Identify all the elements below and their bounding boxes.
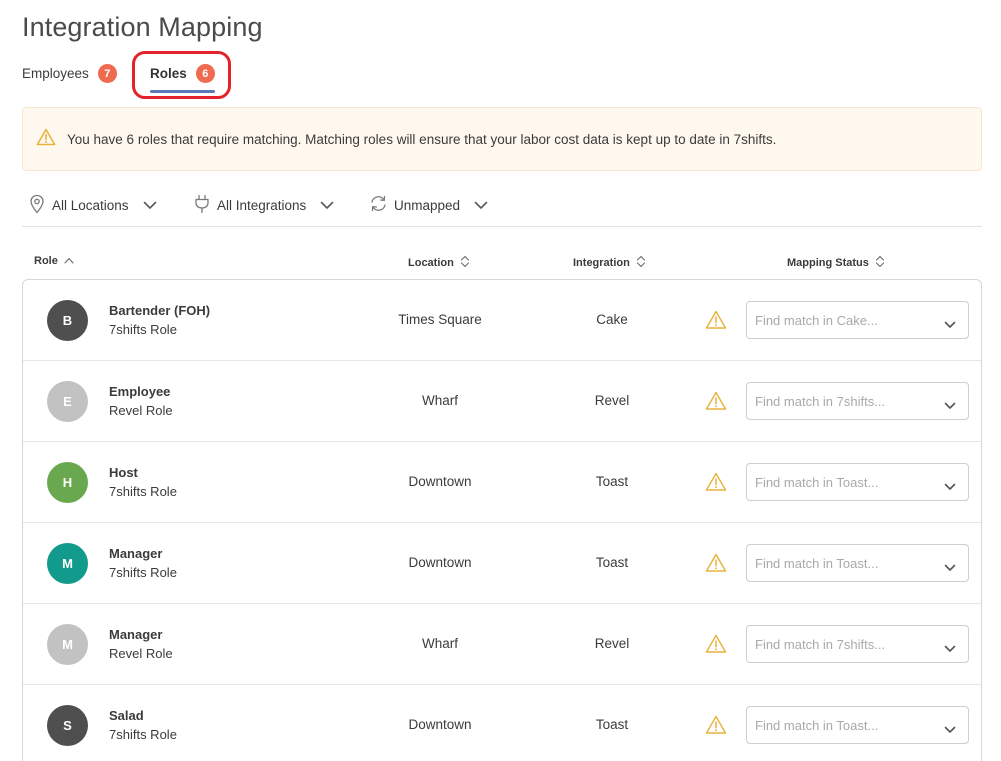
integration-filter-label: All Integrations xyxy=(217,198,307,213)
column-header-mapping-status[interactable]: Mapping Status xyxy=(787,255,885,271)
chevron-down-icon xyxy=(474,198,488,213)
alert-message: You have 6 roles that require matching. … xyxy=(67,131,777,147)
tab-roles-count-badge: 6 xyxy=(195,64,215,83)
role-name: Bartender (FOH) xyxy=(109,303,211,318)
location-cell: Times Square xyxy=(398,312,482,327)
integration-filter-dropdown[interactable]: All Integrations xyxy=(193,194,334,217)
find-match-placeholder: Find match in Toast... xyxy=(755,718,879,733)
warning-icon xyxy=(705,553,727,578)
find-match-select[interactable]: Find match in 7shifts... xyxy=(746,382,969,420)
plug-icon xyxy=(193,194,211,217)
warning-icon xyxy=(705,715,727,740)
column-header-role[interactable]: Role xyxy=(34,255,74,267)
tab-employees[interactable]: Employees 7 xyxy=(22,64,117,83)
avatar: S xyxy=(47,705,88,746)
find-match-placeholder: Find match in 7shifts... xyxy=(755,637,886,652)
table-row: H Host 7shifts Role Downtown Toast Find … xyxy=(23,442,981,523)
tab-roles[interactable]: Roles 6 xyxy=(150,64,215,93)
warning-icon xyxy=(705,472,727,497)
column-header-mapping-status-label: Mapping Status xyxy=(787,257,869,269)
location-filter-dropdown[interactable]: All Locations xyxy=(28,194,157,217)
table-row: M Manager 7shifts Role Downtown Toast Fi… xyxy=(23,523,981,604)
sort-icon xyxy=(875,255,885,271)
role-type: Revel Role xyxy=(109,646,173,661)
role-type: 7shifts Role xyxy=(109,484,177,499)
warning-icon xyxy=(36,128,56,151)
role-name: Manager xyxy=(109,546,163,561)
find-match-placeholder: Find match in 7shifts... xyxy=(755,394,886,409)
warning-icon xyxy=(705,634,727,659)
roles-warning-alert: You have 6 roles that require matching. … xyxy=(22,107,982,171)
role-name: Host xyxy=(109,465,138,480)
avatar: H xyxy=(47,462,88,503)
find-match-placeholder: Find match in Cake... xyxy=(755,313,878,328)
table-row: B Bartender (FOH) 7shifts Role Times Squ… xyxy=(23,280,981,361)
chevron-down-icon xyxy=(320,198,334,213)
location-cell: Downtown xyxy=(408,717,472,732)
chevron-down-icon xyxy=(143,198,157,213)
table-row: M Manager Revel Role Wharf Revel Find ma… xyxy=(23,604,981,685)
chevron-down-icon xyxy=(944,559,956,577)
role-name: Employee xyxy=(109,384,171,399)
avatar: M xyxy=(47,624,88,665)
integration-cell: Toast xyxy=(595,555,629,570)
column-header-integration-label: Integration xyxy=(573,257,630,269)
find-match-select[interactable]: Find match in Toast... xyxy=(746,706,969,744)
tab-employees-count-badge: 7 xyxy=(97,64,117,83)
sort-icon xyxy=(460,255,470,271)
integration-cell: Revel xyxy=(594,636,630,651)
avatar: E xyxy=(47,381,88,422)
roles-table: B Bartender (FOH) 7shifts Role Times Squ… xyxy=(22,279,982,761)
page-title: Integration Mapping xyxy=(22,12,263,42)
find-match-placeholder: Find match in Toast... xyxy=(755,556,879,571)
location-pin-icon xyxy=(28,194,46,217)
integration-cell: Cake xyxy=(596,312,628,327)
avatar: M xyxy=(47,543,88,584)
find-match-select[interactable]: Find match in 7shifts... xyxy=(746,625,969,663)
column-header-location[interactable]: Location xyxy=(408,255,470,271)
table-row: S Salad 7shifts Role Downtown Toast Find… xyxy=(23,685,981,761)
chevron-down-icon xyxy=(944,721,956,739)
tab-roles-label: Roles xyxy=(150,66,187,81)
role-type: 7shifts Role xyxy=(109,727,177,742)
chevron-down-icon xyxy=(944,316,956,334)
location-cell: Wharf xyxy=(421,636,458,651)
role-type: 7shifts Role xyxy=(109,565,177,580)
integration-cell: Toast xyxy=(595,717,629,732)
mapping-status-filter-dropdown[interactable]: Unmapped xyxy=(369,194,488,216)
chevron-down-icon xyxy=(944,640,956,658)
location-cell: Downtown xyxy=(408,555,472,570)
avatar: B xyxy=(47,300,88,341)
find-match-select[interactable]: Find match in Toast... xyxy=(746,544,969,582)
column-header-integration[interactable]: Integration xyxy=(573,255,646,271)
warning-icon xyxy=(705,310,727,335)
refresh-icon xyxy=(369,194,388,216)
find-match-select[interactable]: Find match in Toast... xyxy=(746,463,969,501)
mapping-status-filter-label: Unmapped xyxy=(394,197,461,213)
integration-cell: Toast xyxy=(595,474,629,489)
sort-icon xyxy=(636,255,646,271)
warning-icon xyxy=(705,391,727,416)
role-type: 7shifts Role xyxy=(109,322,177,337)
column-header-role-label: Role xyxy=(34,255,58,267)
filter-bar: All Locations All Integrations Unmapped xyxy=(22,186,982,227)
integration-cell: Revel xyxy=(594,393,630,408)
sort-ascending-icon xyxy=(64,255,74,267)
find-match-select[interactable]: Find match in Cake... xyxy=(746,301,969,339)
role-name: Salad xyxy=(109,708,144,723)
location-cell: Downtown xyxy=(408,474,472,489)
tab-employees-label: Employees xyxy=(22,66,89,81)
location-filter-label: All Locations xyxy=(52,198,129,213)
role-name: Manager xyxy=(109,627,163,642)
active-tab-underline xyxy=(150,90,215,93)
table-row: E Employee Revel Role Wharf Revel Find m… xyxy=(23,361,981,442)
find-match-placeholder: Find match in Toast... xyxy=(755,475,879,490)
chevron-down-icon xyxy=(944,478,956,496)
column-header-location-label: Location xyxy=(408,257,454,269)
table-header: Role Location Integration Mapping Status xyxy=(22,252,982,272)
chevron-down-icon xyxy=(944,397,956,415)
role-type: Revel Role xyxy=(109,403,173,418)
location-cell: Wharf xyxy=(421,393,458,408)
